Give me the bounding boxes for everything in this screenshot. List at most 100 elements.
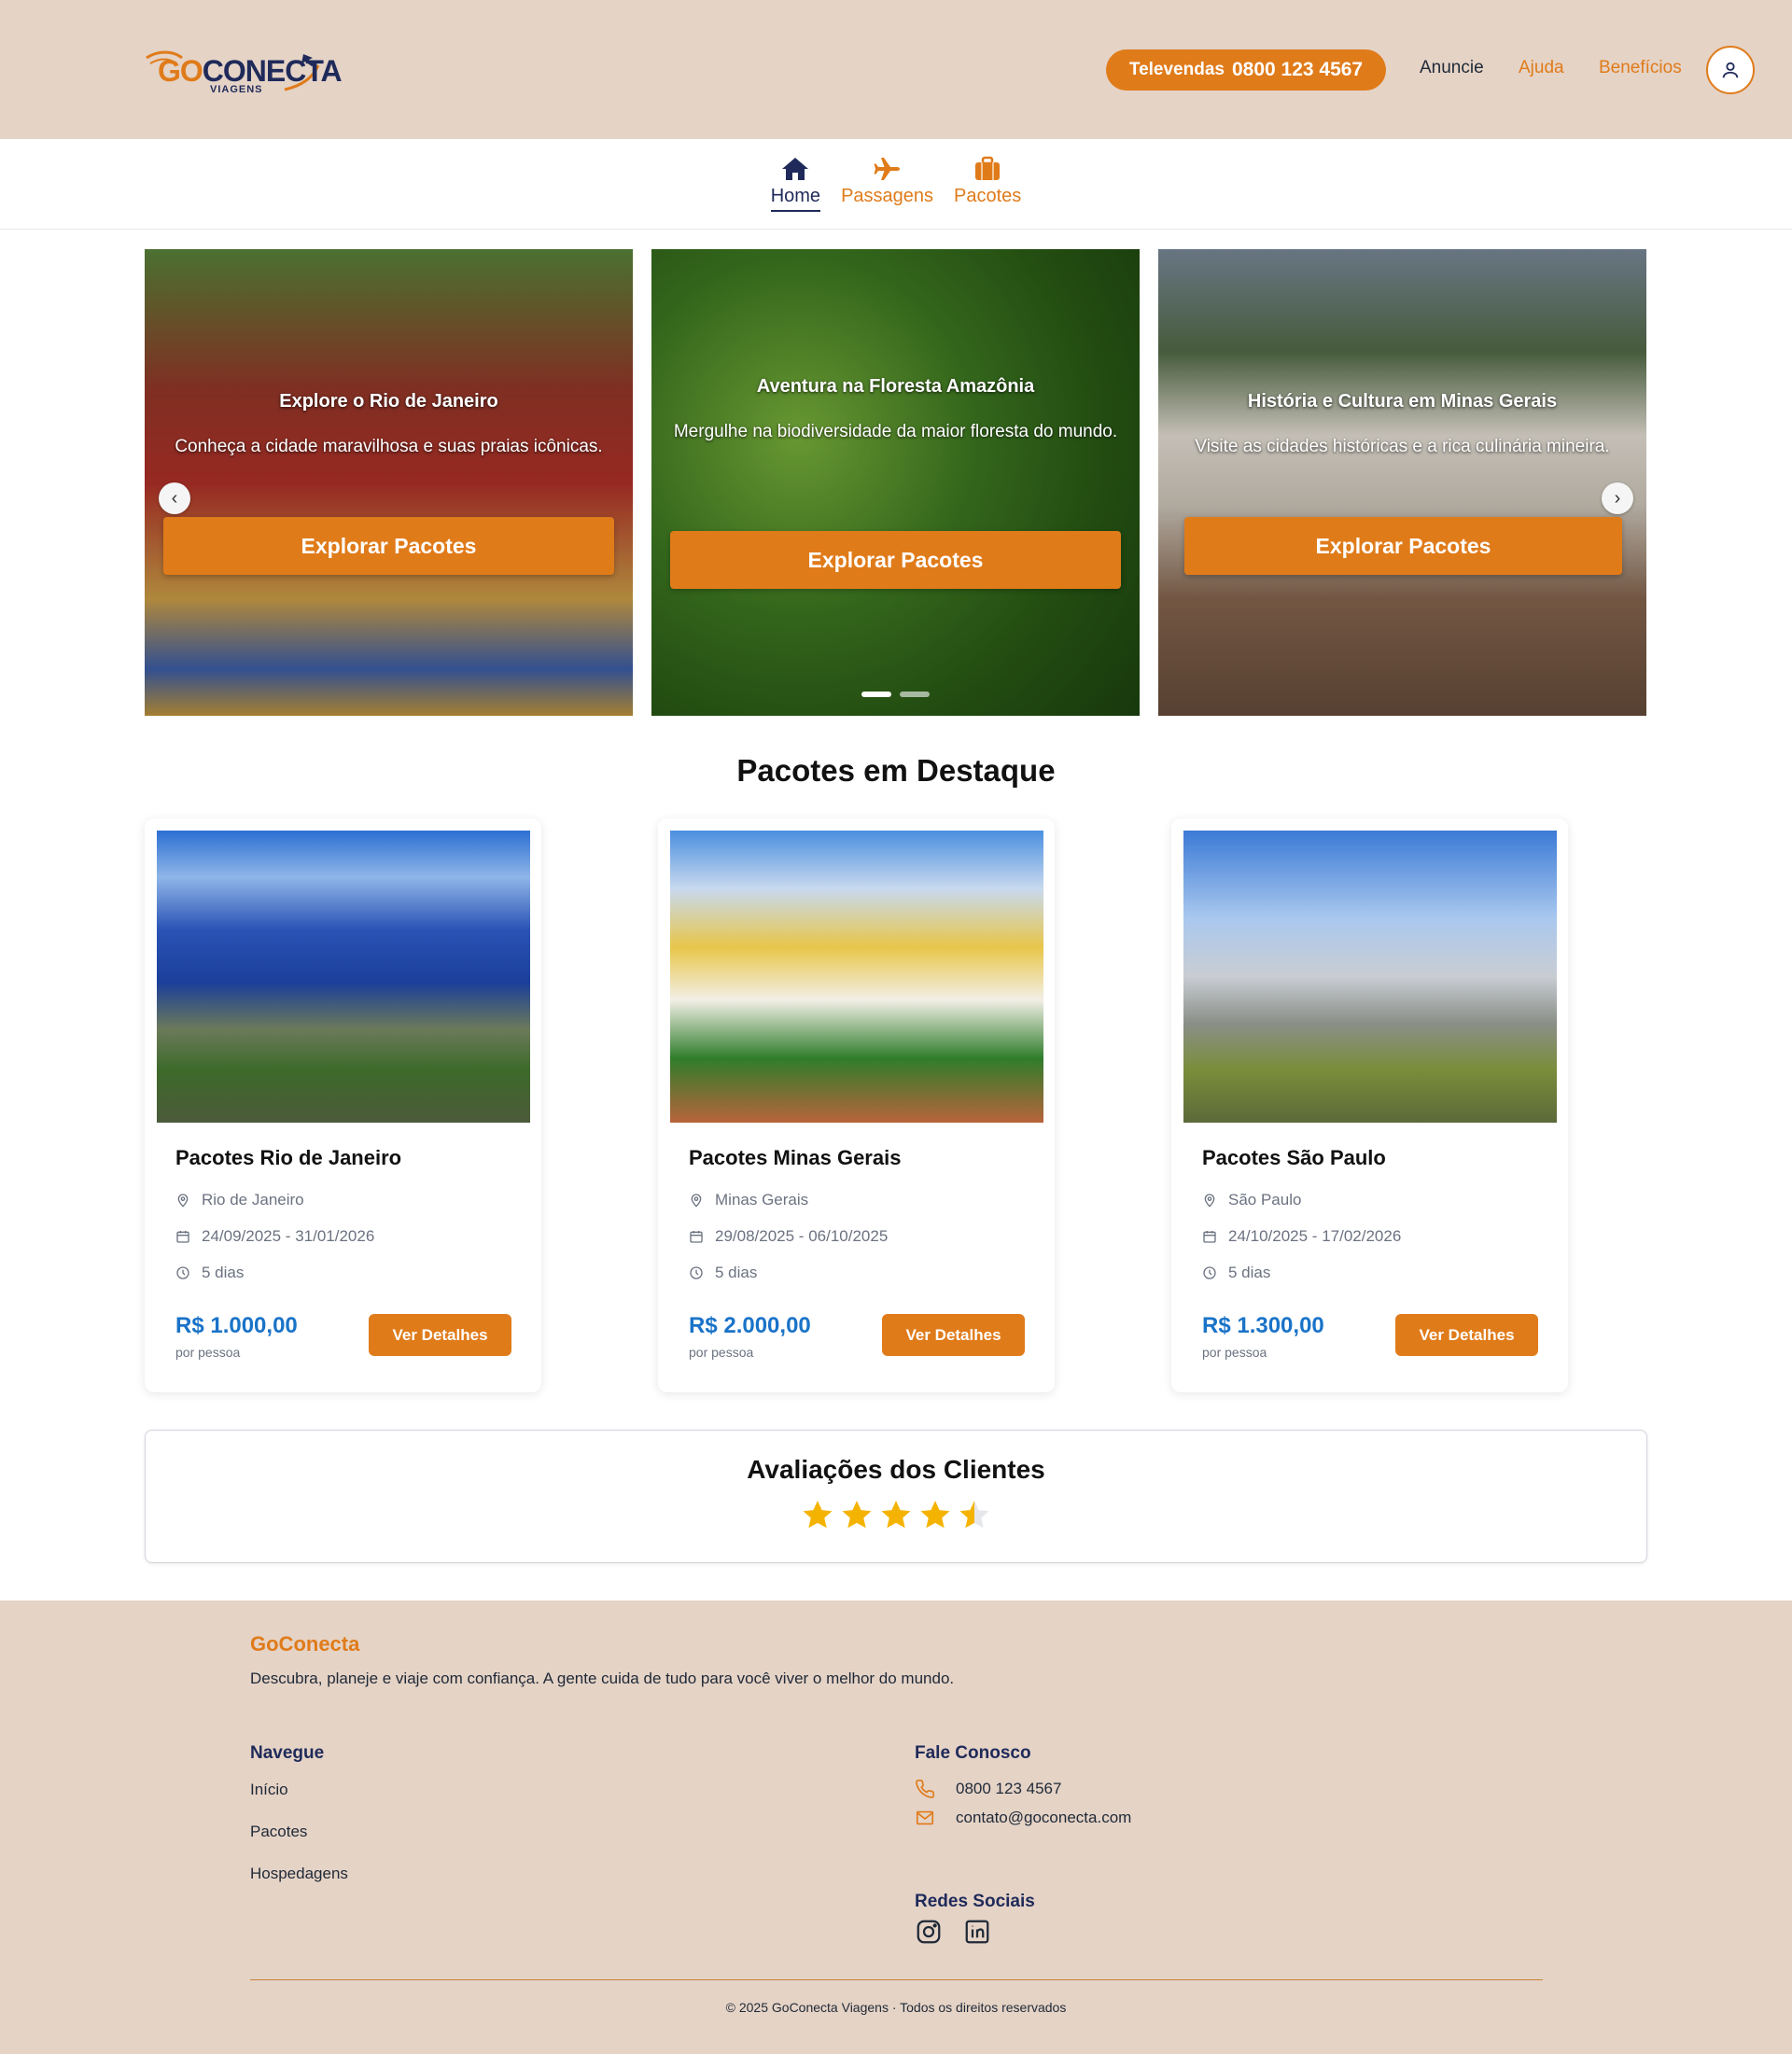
slide-title: Explore o Rio de Janeiro [279, 391, 498, 412]
footer-divider [250, 1979, 1543, 1980]
package-dates: 24/10/2025 - 17/02/2026 [1202, 1227, 1556, 1246]
tab-home[interactable]: Home [770, 156, 821, 229]
slide-overlay [145, 249, 633, 716]
nav-link-ajuda[interactable]: Ajuda [1519, 58, 1564, 78]
footer-brand: GoConecta [250, 1632, 360, 1656]
carousel-dot-1[interactable] [861, 692, 891, 697]
package-price-unit: por pessoa [689, 1345, 754, 1360]
logo-subtitle: VIAGENS [210, 84, 263, 95]
location-pin-icon [1204, 1194, 1215, 1208]
explorar-pacotes-button[interactable]: Explorar Pacotes [163, 517, 614, 575]
user-icon [1722, 62, 1739, 78]
star-rating [146, 1498, 1646, 1533]
footer-social-heading: Redes Sociais [915, 1892, 1035, 1911]
calendar-icon [176, 1231, 189, 1243]
footer-phone-text: 0800 123 4567 [956, 1780, 1062, 1797]
package-location-text: Rio de Janeiro [202, 1191, 304, 1209]
carousel-dot-2[interactable] [900, 692, 930, 697]
star-icon [842, 1501, 872, 1529]
nav-link-anuncie[interactable]: Anuncie [1420, 58, 1484, 78]
package-duration: 5 dias [689, 1264, 1043, 1282]
package-title: Pacotes Minas Gerais [689, 1146, 902, 1169]
ver-detalhes-button[interactable]: Ver Detalhes [1395, 1314, 1538, 1356]
footer-link-pacotes[interactable]: Pacotes [250, 1823, 307, 1841]
footer-email[interactable]: contato@goconecta.com [915, 1808, 1131, 1828]
footer-email-text: contato@goconecta.com [956, 1809, 1132, 1826]
featured-section-title: Pacotes em Destaque [736, 753, 1056, 788]
package-image-sao-paulo [1183, 831, 1557, 1123]
clock-icon [1203, 1266, 1216, 1279]
package-location-text: São Paulo [1228, 1191, 1302, 1209]
package-image-rio [157, 831, 530, 1123]
slide-description: Conheça a cidade maravilhosa e suas prai… [175, 437, 603, 456]
location-pin-icon [691, 1194, 702, 1208]
star-icon [959, 1501, 989, 1529]
tab-passagens-label: Passagens [841, 186, 934, 206]
goconecta-logo[interactable]: GOCONECTA VIAGENS [145, 47, 343, 99]
package-duration-text: 5 dias [715, 1264, 758, 1281]
phone-icon [916, 1780, 934, 1798]
package-card-minas: Pacotes Minas Gerais Minas Gerais 29/08/… [658, 818, 1055, 1392]
star-icon [920, 1501, 950, 1529]
package-dates-text: 24/10/2025 - 17/02/2026 [1228, 1227, 1402, 1245]
explorar-pacotes-button[interactable]: Explorar Pacotes [670, 531, 1121, 589]
televendas-button[interactable]: Televendas 0800 123 4567 [1106, 49, 1386, 91]
main-tabs: Home Passagens Pacotes [0, 139, 1792, 230]
package-location-text: Minas Gerais [715, 1191, 809, 1209]
ver-detalhes-button[interactable]: Ver Detalhes [369, 1314, 511, 1356]
package-price: R$ 1.000,00 [175, 1313, 298, 1338]
slide-overlay [1158, 249, 1646, 716]
footer-link-inicio[interactable]: Início [250, 1781, 288, 1799]
star-icon [881, 1501, 911, 1529]
package-duration: 5 dias [1202, 1264, 1556, 1282]
explorar-pacotes-button[interactable]: Explorar Pacotes [1184, 517, 1622, 575]
footer-social-links [915, 1918, 991, 1946]
clock-icon [176, 1266, 189, 1279]
suitcase-icon [975, 156, 1001, 180]
package-dates-text: 24/09/2025 - 31/01/2026 [202, 1227, 375, 1245]
featured-packages: Pacotes Rio de Janeiro Rio de Janeiro 24… [145, 818, 1792, 1392]
footer-phone[interactable]: 0800 123 4567 [915, 1779, 1061, 1799]
slide-title: Aventura na Floresta Amazônia [756, 376, 1035, 397]
package-price: R$ 1.300,00 [1202, 1313, 1324, 1338]
slide-overlay [651, 249, 1140, 716]
carousel-prev-button[interactable]: ‹ [159, 482, 190, 514]
package-price-unit: por pessoa [175, 1345, 241, 1360]
footer-link-hospedagens[interactable]: Hospedagens [250, 1865, 348, 1883]
star-icon [803, 1501, 833, 1529]
package-dates: 29/08/2025 - 06/10/2025 [689, 1227, 1043, 1246]
linkedin-icon[interactable] [963, 1918, 991, 1946]
user-account-button[interactable] [1706, 46, 1755, 94]
carousel-next-button[interactable]: › [1602, 482, 1633, 514]
mail-icon [916, 1810, 934, 1825]
calendar-icon [1203, 1231, 1216, 1243]
tab-pacotes-label: Pacotes [954, 186, 1022, 206]
ver-detalhes-button[interactable]: Ver Detalhes [882, 1314, 1025, 1356]
footer-tagline: Descubra, planeje e viaje com confiança.… [250, 1670, 955, 1687]
calendar-icon [690, 1231, 703, 1243]
nav-link-beneficios[interactable]: Benefícios [1599, 58, 1682, 78]
tab-pacotes[interactable]: Pacotes [954, 156, 1021, 229]
package-duration-text: 5 dias [1228, 1264, 1271, 1281]
hero-carousel: Explore o Rio de Janeiro Conheça a cidad… [145, 249, 1647, 716]
package-location: São Paulo [1202, 1191, 1556, 1209]
carousel-slide-amazonia: Aventura na Floresta Amazônia Mergulhe n… [651, 249, 1140, 716]
slide-description: Visite as cidades históricas e a rica cu… [1195, 437, 1610, 456]
package-image-minas [670, 831, 1043, 1123]
package-duration: 5 dias [175, 1264, 529, 1282]
instagram-icon[interactable] [915, 1918, 943, 1946]
location-pin-icon [177, 1194, 189, 1208]
carousel-slide-minas: História e Cultura em Minas Gerais Visit… [1158, 249, 1646, 716]
package-location: Rio de Janeiro [175, 1191, 529, 1209]
tab-passagens[interactable]: Passagens [841, 156, 933, 229]
carousel-slide-rio: Explore o Rio de Janeiro Conheça a cidad… [145, 249, 633, 716]
clock-icon [690, 1266, 703, 1279]
package-card-rio: Pacotes Rio de Janeiro Rio de Janeiro 24… [145, 818, 541, 1392]
top-header: GOCONECTA VIAGENS Televendas 0800 123 45… [0, 0, 1792, 139]
package-dates: 24/09/2025 - 31/01/2026 [175, 1227, 529, 1246]
package-location: Minas Gerais [689, 1191, 1043, 1209]
site-footer: GoConecta Descubra, planeje e viaje com … [0, 1600, 1792, 2054]
plane-icon [874, 158, 900, 180]
reviews-title: Avaliações dos Clientes [747, 1455, 1045, 1484]
package-duration-text: 5 dias [202, 1264, 245, 1281]
